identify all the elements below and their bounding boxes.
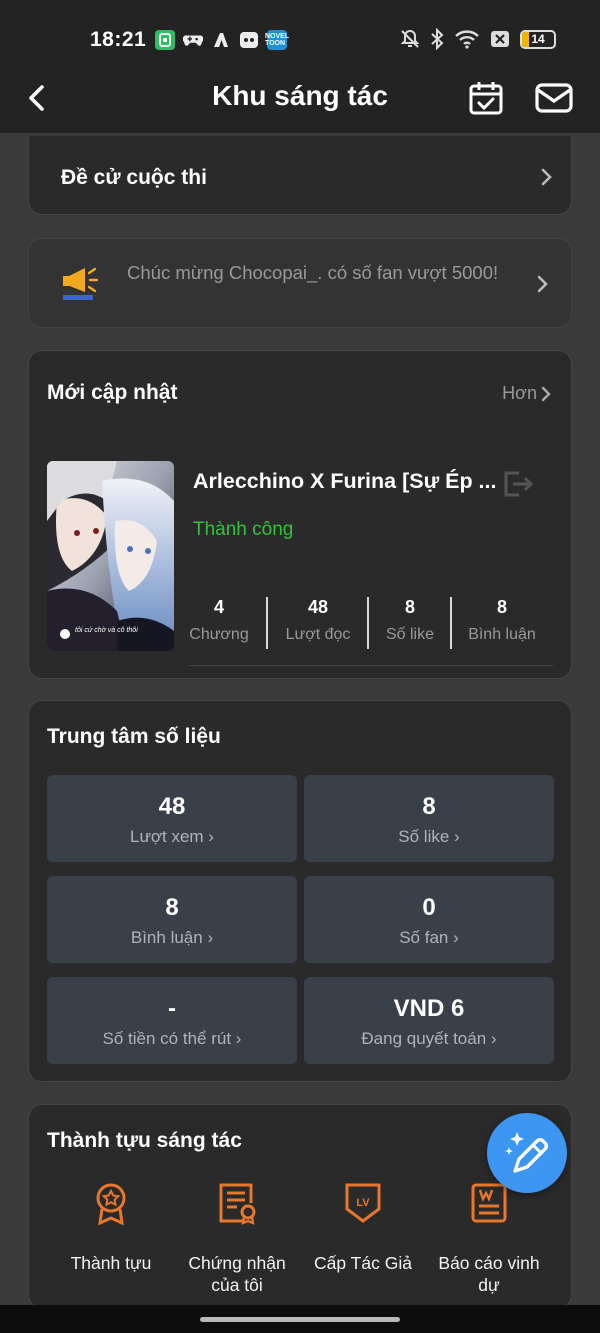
system-nav-bar bbox=[0, 1305, 600, 1333]
chevron-right-icon bbox=[537, 275, 548, 293]
page-title: Khu sáng tác bbox=[212, 80, 388, 111]
stat-likes: 8 Số like bbox=[385, 597, 435, 643]
chevron-right-icon: › bbox=[235, 1029, 242, 1048]
chevron-right-icon: › bbox=[453, 928, 459, 947]
status-bar: 18:21 NOVEL TOON 14 bbox=[0, 22, 600, 60]
cover-caption: tôi cứ chờ và cô thôi bbox=[75, 627, 138, 634]
recent-updates-card: Mới cập nhật Hơn tôi cứ chờ và cô thôi A… bbox=[28, 350, 572, 679]
top-bar: 18:21 NOVEL TOON 14 Khu sáng tác bbox=[0, 0, 600, 133]
app-notification-icon bbox=[155, 30, 175, 50]
notification-icons: NOVEL TOON bbox=[155, 30, 289, 50]
app-a-icon bbox=[211, 30, 231, 50]
system-icons: 14 bbox=[400, 28, 556, 50]
chevron-right-icon bbox=[541, 168, 552, 186]
nav-bar: Khu sáng tác bbox=[0, 72, 600, 124]
write-button[interactable] bbox=[487, 1113, 567, 1193]
book-title[interactable]: Arlecchino X Furina [Sự Ép ... bbox=[193, 469, 496, 494]
medal-icon bbox=[96, 1183, 126, 1226]
mail-icon[interactable] bbox=[532, 78, 576, 118]
more-link[interactable]: Hơn bbox=[502, 383, 551, 404]
level-badge-icon: LV bbox=[345, 1183, 381, 1223]
tile-views[interactable]: 48 Lượt xem › bbox=[47, 775, 297, 862]
contest-nomination-row[interactable]: Đề cử cuộc thi bbox=[28, 136, 572, 215]
certificate-item[interactable]: Chứng nhận của tôi bbox=[174, 1181, 300, 1296]
achievements-title: Thành tựu sáng tác bbox=[47, 1129, 242, 1152]
tile-comments[interactable]: 8 Bình luận › bbox=[47, 876, 297, 963]
chevron-right-icon: › bbox=[454, 827, 460, 846]
status-time: 18:21 bbox=[90, 28, 147, 51]
certificate-icon bbox=[219, 1183, 256, 1225]
divider bbox=[367, 597, 369, 649]
tile-settling[interactable]: VND 6 Đang quyết toán › bbox=[304, 977, 554, 1064]
tile-likes[interactable]: 8 Số like › bbox=[304, 775, 554, 862]
stat-reads: 48 Lượt đọc bbox=[285, 597, 351, 643]
announcement-text: Chúc mừng Chocopai_. có số fan vượt 5000… bbox=[127, 262, 499, 283]
achievement-item[interactable]: Thành tựu bbox=[48, 1181, 174, 1274]
data-center-card: Trung tâm số liệu 48 Lượt xem › 8 Số lik… bbox=[28, 700, 572, 1082]
no-sim-icon bbox=[491, 31, 509, 47]
divider bbox=[266, 597, 268, 649]
gamepad-icon bbox=[183, 30, 203, 50]
battery-indicator: 14 bbox=[520, 29, 556, 49]
mute-icon bbox=[400, 29, 420, 48]
honor-report-item[interactable]: Báo cáo vinh dự bbox=[426, 1181, 552, 1296]
book-cover-art bbox=[47, 461, 174, 651]
novel-toon-icon: NOVEL TOON bbox=[265, 30, 289, 50]
chevron-right-icon bbox=[541, 386, 551, 401]
data-center-title: Trung tâm số liệu bbox=[47, 725, 221, 748]
calendar-check-icon[interactable] bbox=[466, 78, 506, 118]
author-level-item[interactable]: LV Cấp Tác Giả bbox=[300, 1181, 426, 1274]
recent-section-title: Mới cập nhật bbox=[47, 381, 178, 404]
chevron-right-icon: › bbox=[208, 827, 214, 846]
announcement-banner[interactable]: Chúc mừng Chocopai_. có số fan vượt 5000… bbox=[28, 238, 572, 328]
discord-icon bbox=[239, 30, 259, 50]
svg-text:LV: LV bbox=[356, 1197, 370, 1209]
home-indicator[interactable] bbox=[200, 1317, 400, 1322]
book-status: Thành công bbox=[193, 519, 294, 540]
wifi-icon bbox=[455, 30, 479, 49]
stat-chapters: 4 Chương bbox=[189, 597, 249, 643]
bluetooth-icon bbox=[431, 28, 444, 50]
megaphone-icon bbox=[63, 267, 99, 300]
divider bbox=[450, 597, 452, 649]
stat-comments: 8 Bình luận bbox=[468, 597, 536, 643]
chevron-right-icon: › bbox=[490, 1029, 497, 1048]
tile-withdrawable[interactable]: - Số tiền có thể rút › bbox=[47, 977, 297, 1064]
contest-label: Đề cử cuộc thi bbox=[61, 166, 207, 189]
pencil-sparkle-icon bbox=[505, 1132, 548, 1173]
book-cover[interactable]: tôi cứ chờ và cô thôi bbox=[47, 461, 174, 651]
exit-share-icon[interactable] bbox=[501, 469, 533, 499]
chevron-right-icon: › bbox=[207, 928, 214, 947]
tile-fans[interactable]: 0 Số fan › bbox=[304, 876, 554, 963]
divider bbox=[189, 665, 553, 666]
